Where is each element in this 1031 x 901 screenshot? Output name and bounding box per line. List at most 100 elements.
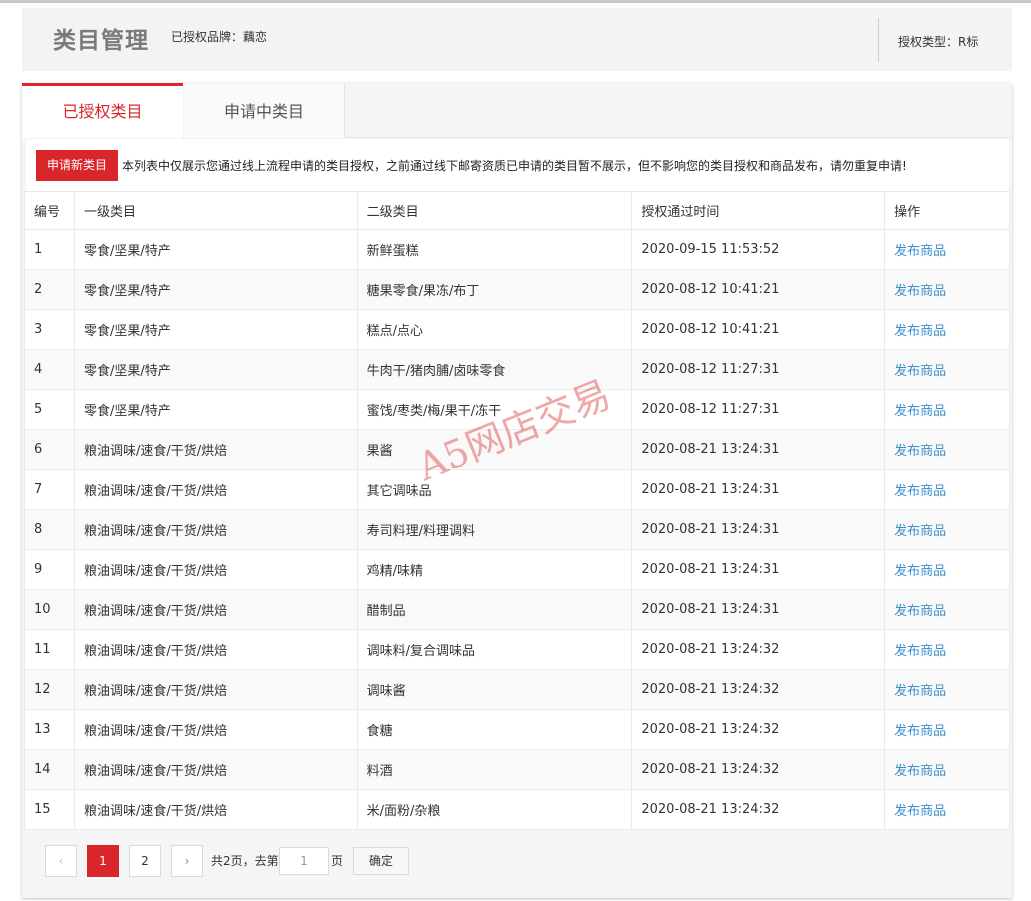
publish-product-link[interactable]: 发布商品 [884, 789, 1010, 830]
cell-category-1: 零食/坚果/特产 [73, 269, 358, 310]
category-card: 已授权类目 申请中类目 申请新类目 本列表中仅展示您通过线上流程申请的类目授权，… [22, 83, 1012, 898]
cell-category-1: 粮油调味/速食/干货/烘焙 [73, 749, 358, 790]
cell-category-1: 粮油调味/速食/干货/烘焙 [73, 469, 358, 510]
authorized-brand: 已授权品牌：藕恋 [171, 30, 268, 44]
publish-product-link[interactable]: 发布商品 [884, 269, 1010, 310]
publish-product-link[interactable]: 发布商品 [884, 469, 1010, 510]
publish-product-link[interactable]: 发布商品 [884, 389, 1010, 430]
header-id: 编号 [24, 191, 75, 230]
cell-id: 1 [24, 229, 75, 270]
cell-category-1: 零食/坚果/特产 [73, 349, 358, 390]
category-table: 编号 一级类目 二级类目 授权通过时间 操作 1 零食/坚果/特产 新鲜蛋糕 2020… [24, 191, 1010, 830]
publish-product-link[interactable]: 发布商品 [884, 549, 1010, 590]
tab-authorized-categories[interactable]: 已授权类目 [22, 83, 183, 138]
cell-category-2: 牛肉干/猪肉脯/卤味零食 [356, 349, 633, 390]
table-row: 9 粮油调味/速食/干货/烘焙 鸡精/味精 2020-08-21 13:24:31 发布… [24, 549, 1010, 590]
cell-auth-time: 2020-08-21 13:24:32 [631, 789, 886, 830]
top-border [0, 0, 1031, 3]
cell-category-2: 调味酱 [356, 669, 633, 710]
cell-category-2: 糕点/点心 [356, 309, 633, 350]
publish-product-link[interactable]: 发布商品 [884, 669, 1010, 710]
publish-product-link[interactable]: 发布商品 [884, 709, 1010, 750]
cell-category-1: 粮油调味/速食/干货/烘焙 [73, 669, 358, 710]
cell-category-1: 粮油调味/速食/干货/烘焙 [73, 549, 358, 590]
cell-category-2: 其它调味品 [356, 469, 633, 510]
table-row: 1 零食/坚果/特产 新鲜蛋糕 2020-09-15 11:53:52 发布商品 [24, 229, 1010, 270]
cell-id: 11 [24, 629, 75, 670]
cell-id: 14 [24, 749, 75, 790]
cell-auth-time: 2020-08-12 10:41:21 [631, 269, 886, 310]
cell-id: 5 [24, 389, 75, 430]
page-1-button[interactable]: 1 [87, 845, 119, 877]
table-row: 13 粮油调味/速食/干货/烘焙 食糖 2020-08-21 13:24:32 发布商品 [24, 709, 1010, 750]
table-row: 8 粮油调味/速食/干货/烘焙 寿司料理/料理调料 2020-08-21 13:24:… [24, 509, 1010, 550]
cell-auth-time: 2020-08-21 13:24:31 [631, 549, 886, 590]
header-category-2: 二级类目 [356, 191, 633, 230]
header-action: 操作 [884, 191, 1010, 230]
cell-auth-time: 2020-08-21 13:24:31 [631, 469, 886, 510]
cell-category-1: 粮油调味/速食/干货/烘焙 [73, 429, 358, 470]
publish-product-link[interactable]: 发布商品 [884, 349, 1010, 390]
cell-auth-time: 2020-08-21 13:24:31 [631, 509, 886, 550]
cell-auth-time: 2020-08-21 13:24:31 [631, 429, 886, 470]
cell-auth-time: 2020-08-12 11:27:31 [631, 349, 886, 390]
page-jump-confirm-button[interactable]: 确定 [353, 847, 409, 875]
cell-id: 3 [24, 309, 75, 350]
apply-new-category-button[interactable]: 申请新类目 [36, 150, 118, 181]
tab-pending-categories[interactable]: 申请中类目 [184, 83, 345, 138]
auth-type: 授权类型：R标 [898, 35, 979, 49]
table-row: 6 粮油调味/速食/干货/烘焙 果酱 2020-08-21 13:24:31 发布商品 [24, 429, 1010, 470]
cell-auth-time: 2020-08-21 13:24:32 [631, 749, 886, 790]
publish-product-link[interactable]: 发布商品 [884, 229, 1010, 270]
cell-auth-time: 2020-08-12 11:27:31 [631, 389, 886, 430]
cell-id: 7 [24, 469, 75, 510]
publish-product-link[interactable]: 发布商品 [884, 589, 1010, 630]
table-row: 10 粮油调味/速食/干货/烘焙 醋制品 2020-08-21 13:24:31 发布商… [24, 589, 1010, 630]
publish-product-link[interactable]: 发布商品 [884, 749, 1010, 790]
notice-bar: 申请新类目 本列表中仅展示您通过线上流程申请的类目授权，之前通过线下邮寄资质已申… [26, 139, 1009, 192]
cell-category-2: 米/面粉/杂粮 [356, 789, 633, 830]
header-category-1: 一级类目 [73, 191, 358, 230]
cell-category-1: 零食/坚果/特产 [73, 309, 358, 350]
table-row: 15 粮油调味/速食/干货/烘焙 米/面粉/杂粮 2020-08-21 13:24:3… [24, 789, 1010, 830]
page-total-label: 共2页，去第 [211, 854, 279, 868]
cell-auth-time: 2020-08-21 13:24:32 [631, 629, 886, 670]
page-jump-input[interactable] [279, 847, 329, 875]
table-row: 2 零食/坚果/特产 糖果零食/果冻/布丁 2020-08-12 10:41:21 发布… [24, 269, 1010, 310]
publish-product-link[interactable]: 发布商品 [884, 629, 1010, 670]
cell-category-2: 糖果零食/果冻/布丁 [356, 269, 633, 310]
table-row: 4 零食/坚果/特产 牛肉干/猪肉脯/卤味零食 2020-08-12 11:27:31… [24, 349, 1010, 390]
table-row: 11 粮油调味/速食/干货/烘焙 调味料/复合调味品 2020-08-21 13:24… [24, 629, 1010, 670]
header-divider [878, 18, 879, 62]
cell-id: 12 [24, 669, 75, 710]
cell-category-1: 零食/坚果/特产 [73, 229, 358, 270]
header-auth-time: 授权通过时间 [631, 191, 886, 230]
cell-auth-time: 2020-08-12 10:41:21 [631, 309, 886, 350]
cell-auth-time: 2020-08-21 13:24:32 [631, 669, 886, 710]
publish-product-link[interactable]: 发布商品 [884, 429, 1010, 470]
table-row: 7 粮油调味/速食/干货/烘焙 其它调味品 2020-08-21 13:24:31 发布… [24, 469, 1010, 510]
publish-product-link[interactable]: 发布商品 [884, 509, 1010, 550]
cell-category-2: 寿司料理/料理调料 [356, 509, 633, 550]
prev-page-button[interactable]: ‹ [45, 845, 77, 877]
notice-text: 本列表中仅展示您通过线上流程申请的类目授权，之前通过线下邮寄资质已申请的类目暂不… [122, 159, 907, 173]
next-page-button[interactable]: › [171, 845, 203, 877]
cell-id: 2 [24, 269, 75, 310]
cell-category-2: 料酒 [356, 749, 633, 790]
table-row: 3 零食/坚果/特产 糕点/点心 2020-08-12 10:41:21 发布商品 [24, 309, 1010, 350]
table-header-row: 编号 一级类目 二级类目 授权通过时间 操作 [24, 191, 1010, 230]
cell-category-1: 粮油调味/速食/干货/烘焙 [73, 509, 358, 550]
cell-id: 9 [24, 549, 75, 590]
table-row: 14 粮油调味/速食/干货/烘焙 料酒 2020-08-21 13:24:32 发布商品 [24, 749, 1010, 790]
cell-id: 13 [24, 709, 75, 750]
cell-auth-time: 2020-09-15 11:53:52 [631, 229, 886, 270]
publish-product-link[interactable]: 发布商品 [884, 309, 1010, 350]
cell-category-1: 粮油调味/速食/干货/烘焙 [73, 589, 358, 630]
cell-category-2: 蜜饯/枣类/梅/果干/冻干 [356, 389, 633, 430]
cell-category-2: 鸡精/味精 [356, 549, 633, 590]
cell-category-2: 醋制品 [356, 589, 633, 630]
cell-category-2: 新鲜蛋糕 [356, 229, 633, 270]
page-2-button[interactable]: 2 [129, 845, 161, 877]
table-row: 12 粮油调味/速食/干货/烘焙 调味酱 2020-08-21 13:24:32 发布商… [24, 669, 1010, 710]
cell-category-1: 粮油调味/速食/干货/烘焙 [73, 709, 358, 750]
